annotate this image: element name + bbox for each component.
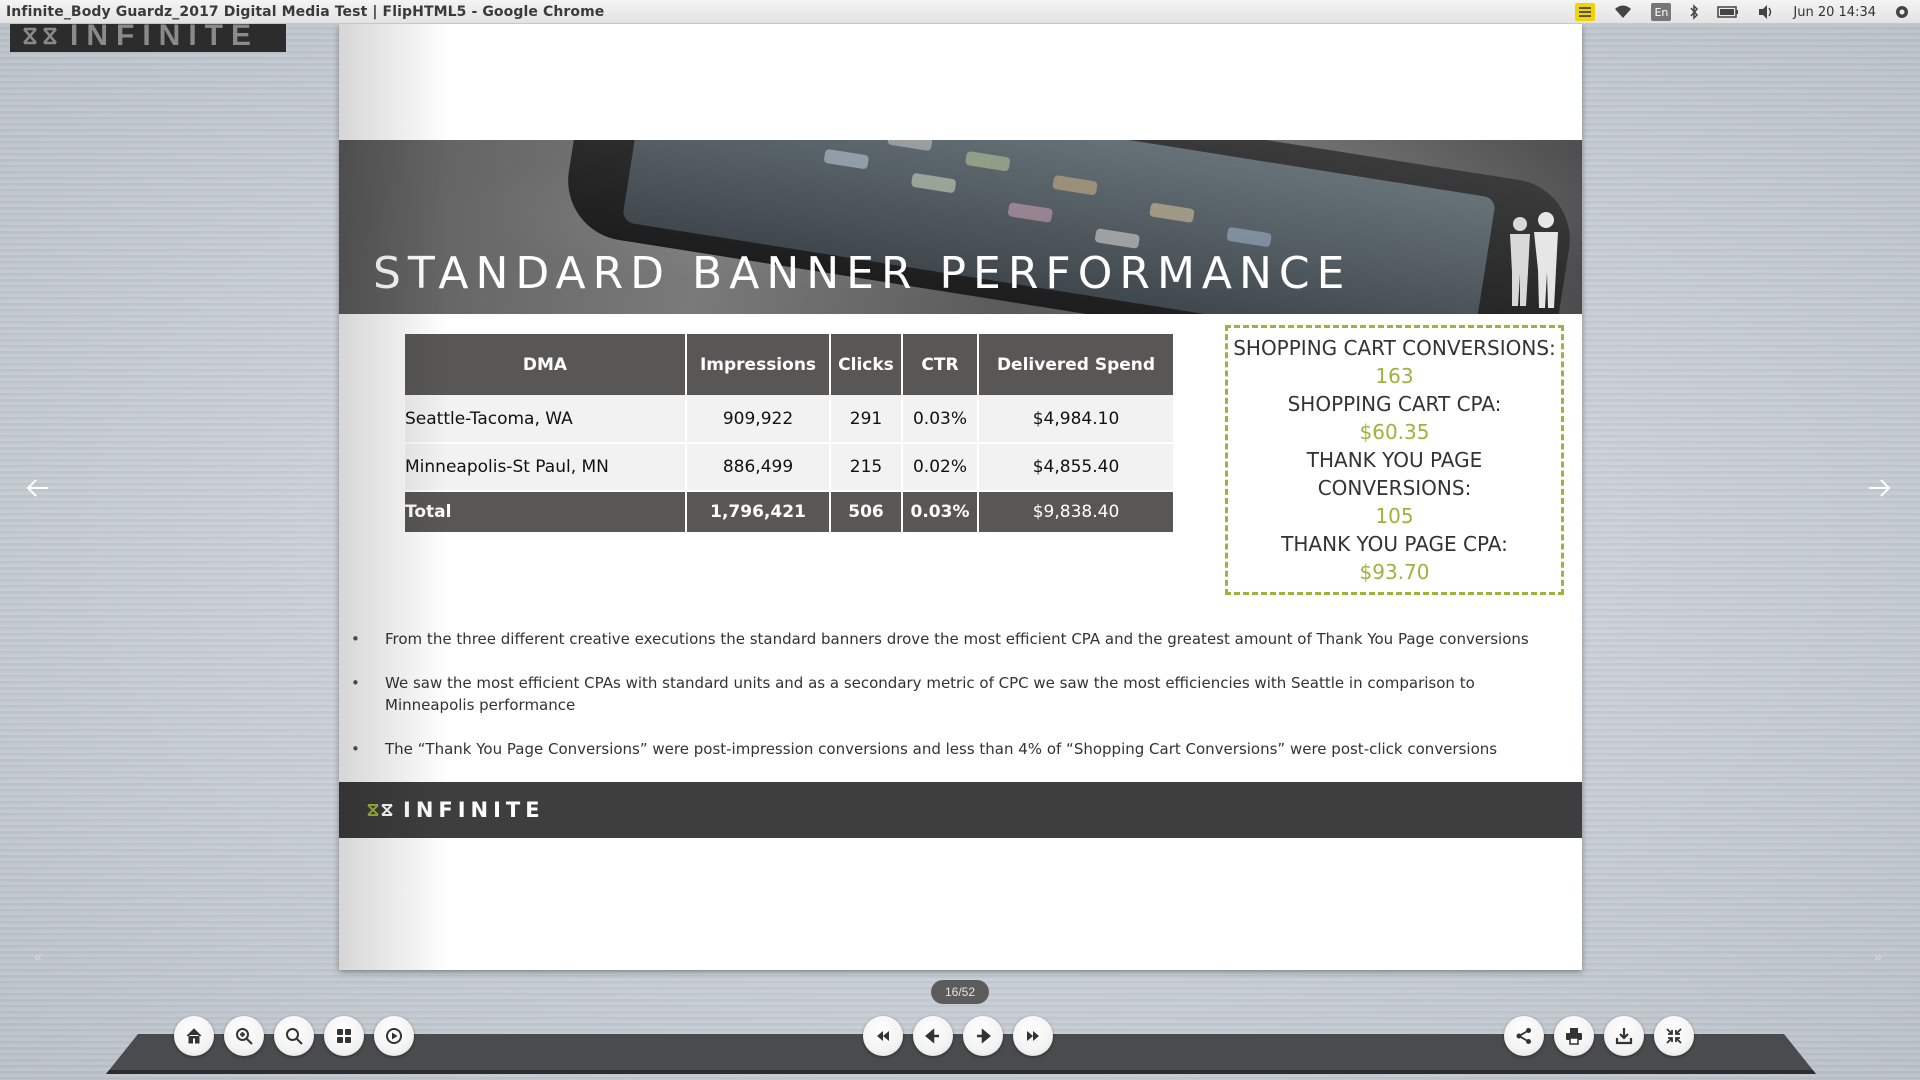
footer-logo-text: INFINITE (403, 798, 545, 822)
col-delivered-spend: Delivered Spend (978, 334, 1173, 395)
infinity-logo-icon (23, 27, 57, 45)
zoom-in-button[interactable] (224, 1016, 264, 1056)
notes-icon[interactable] (1575, 3, 1596, 21)
battery-icon[interactable] (1717, 3, 1739, 21)
window-title-bar: Infinite_Body Guardz_2017 Digital Media … (0, 0, 1920, 24)
thank-you-cpa-value: $93.70 (1359, 560, 1430, 584)
cell-spend: $4,855.40 (978, 443, 1173, 492)
first-page-small-icon[interactable]: « (34, 948, 42, 964)
last-page-small-icon[interactable]: » (1874, 948, 1882, 964)
print-button[interactable] (1554, 1016, 1594, 1056)
cell-clicks: 215 (830, 443, 903, 492)
cell-total-clicks: 506 (830, 491, 903, 534)
cell-total-label: Total (405, 491, 687, 534)
cell-dma: Seattle-Tacoma, WA (405, 395, 687, 444)
cell-total-impressions: 1,796,421 (686, 491, 831, 534)
cell-impressions: 886,499 (686, 443, 831, 492)
cart-cpa-label: SHOPPING CART CPA: (1287, 392, 1502, 416)
table-header-row: DMA Impressions Clicks CTR Delivered Spe… (405, 334, 1173, 395)
brand-logo[interactable]: INFINITE (10, 20, 286, 52)
slide-title: STANDARD BANNER PERFORMANCE (373, 248, 1352, 299)
share-button[interactable] (1504, 1016, 1544, 1056)
cart-conversions-label: SHOPPING CART CONVERSIONS: (1233, 336, 1556, 360)
prev-page-arrow-icon[interactable] (24, 474, 52, 508)
col-dma: DMA (405, 334, 687, 395)
cell-clicks: 291 (830, 395, 903, 444)
share-icon (1516, 1028, 1531, 1044)
table-total-row: Total 1,796,421 506 0.03% $9,838.40 (405, 491, 1173, 534)
col-clicks: Clicks (830, 334, 903, 395)
wifi-icon[interactable] (1613, 3, 1633, 21)
search-icon (286, 1028, 303, 1045)
home-icon (186, 1028, 202, 1044)
download-icon (1615, 1028, 1633, 1045)
thank-you-conversions-label: THANK YOU PAGE CONVERSIONS: (1306, 448, 1483, 500)
download-button[interactable] (1604, 1016, 1644, 1056)
last-page-icon (1027, 1031, 1039, 1041)
findings-list: From the three different creative execut… (351, 628, 1551, 782)
print-icon (1566, 1028, 1582, 1045)
list-item: From the three different creative execut… (351, 628, 1551, 650)
cart-cpa-value: $60.35 (1359, 420, 1430, 444)
cell-ctr: 0.03% (902, 395, 979, 444)
thumbnails-icon (337, 1029, 351, 1043)
zoom-in-icon (236, 1028, 253, 1045)
last-page-button[interactable] (1013, 1016, 1053, 1056)
thank-you-cpa-label: THANK YOU PAGE CPA: (1281, 532, 1508, 556)
first-page-button[interactable] (863, 1016, 903, 1056)
performance-table: DMA Impressions Clicks CTR Delivered Spe… (405, 334, 1173, 534)
col-impressions: Impressions (686, 334, 831, 395)
clock[interactable]: Jun 20 14:34 (1793, 3, 1876, 21)
list-item: We saw the most efficient CPAs with stan… (351, 672, 1551, 716)
table-row: Minneapolis-St Paul, MN 886,499 215 0.02… (405, 443, 1173, 492)
cell-impressions: 909,922 (686, 395, 831, 444)
slide-footer: INFINITE (339, 782, 1582, 838)
cell-spend: $4,984.10 (978, 395, 1173, 444)
col-ctr: CTR (902, 334, 979, 395)
brand-logo-text: INFINITE (70, 20, 259, 52)
fullscreen-icon (1666, 1028, 1682, 1044)
next-page-arrow-icon[interactable] (1865, 474, 1893, 508)
first-page-icon (877, 1031, 889, 1041)
fullscreen-button[interactable] (1654, 1016, 1694, 1056)
bluetooth-icon[interactable] (1689, 3, 1699, 21)
settings-gear-icon[interactable] (1894, 3, 1910, 21)
book-page: STANDARD BANNER PERFORMANCE DMA Impressi… (339, 24, 1582, 970)
prev-page-icon (925, 1028, 939, 1044)
business-people-icon (1510, 212, 1558, 308)
thank-you-conversions-value: 105 (1375, 504, 1414, 528)
autoplay-icon (386, 1028, 402, 1044)
cart-conversions-value: 163 (1375, 364, 1414, 388)
banner-image: STANDARD BANNER PERFORMANCE (339, 140, 1582, 314)
next-page-icon (977, 1028, 991, 1044)
cell-total-ctr: 0.03% (902, 491, 979, 534)
volume-icon[interactable] (1757, 3, 1775, 21)
cell-dma: Minneapolis-St Paul, MN (405, 443, 687, 492)
cell-total-spend: $9,838.40 (978, 491, 1173, 534)
keyboard-language[interactable]: En (1651, 3, 1672, 21)
prev-page-button[interactable] (913, 1016, 953, 1056)
table-row: Seattle-Tacoma, WA 909,922 291 0.03% $4,… (405, 395, 1173, 444)
list-item: The “Thank You Page Conversions” were po… (351, 738, 1551, 760)
search-button[interactable] (274, 1016, 314, 1056)
cell-ctr: 0.02% (902, 443, 979, 492)
autoplay-button[interactable] (374, 1016, 414, 1056)
system-tray: En Jun 20 14:34 (1575, 0, 1910, 24)
home-button[interactable] (174, 1016, 214, 1056)
page-indicator: 16/52 (931, 980, 989, 1004)
conversions-box: SHOPPING CART CONVERSIONS: 163 SHOPPING … (1225, 325, 1564, 595)
next-page-button[interactable] (963, 1016, 1003, 1056)
window-title: Infinite_Body Guardz_2017 Digital Media … (6, 3, 605, 20)
infinity-logo-icon (367, 804, 393, 816)
thumbnails-button[interactable] (324, 1016, 364, 1056)
